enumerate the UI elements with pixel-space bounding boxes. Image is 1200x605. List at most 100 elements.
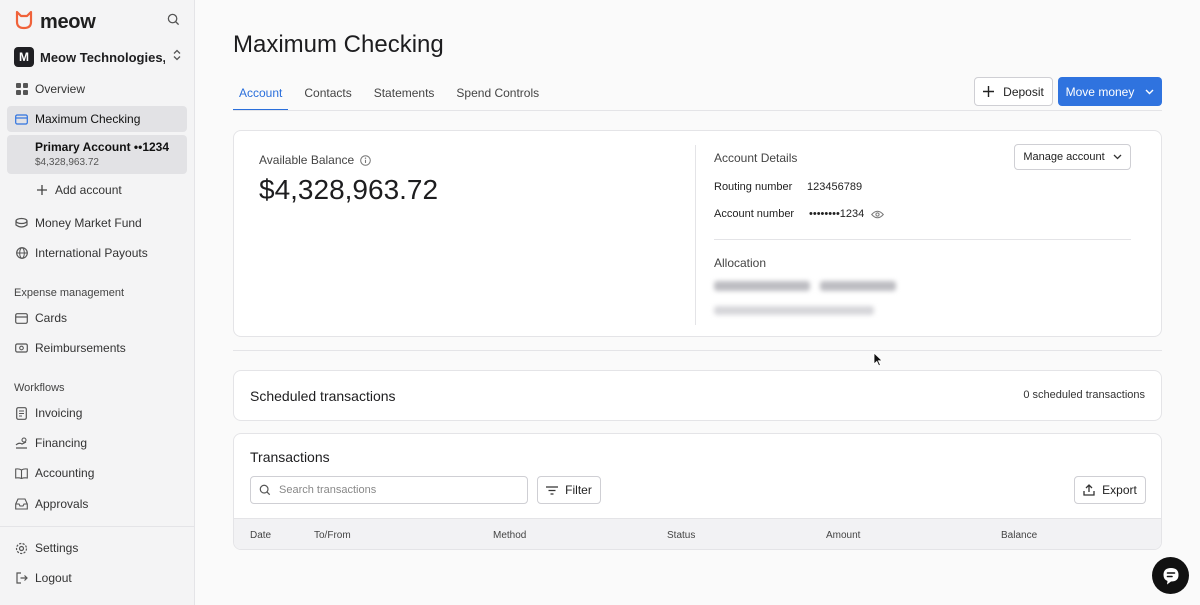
- sidebar-item-label: Maximum Checking: [35, 112, 141, 126]
- filter-label: Filter: [565, 483, 592, 497]
- column-header-status[interactable]: Status: [667, 530, 695, 541]
- account-number-value: ••••••••1234: [809, 208, 885, 220]
- add-account-button[interactable]: Add account: [7, 177, 187, 203]
- sidebar-header: meow: [14, 10, 180, 34]
- balance-card: Available Balance $4,328,963.72 Account …: [233, 130, 1162, 337]
- account-number-label: Account number: [714, 208, 795, 220]
- column-header-method[interactable]: Method: [493, 530, 526, 541]
- workflows-section-label: Workflows: [14, 382, 65, 394]
- allocation-redacted-note: [714, 306, 874, 315]
- filter-button[interactable]: Filter: [537, 476, 601, 504]
- sub-account-balance: $4,328,963.72: [35, 157, 99, 168]
- upload-icon: [1083, 484, 1095, 496]
- mouse-cursor-icon: [873, 352, 883, 372]
- sidebar-item-label: Invoicing: [35, 406, 83, 420]
- manage-account-label: Manage account: [1023, 151, 1105, 163]
- chevron-down-icon: [1145, 89, 1154, 95]
- transactions-title: Transactions: [250, 449, 330, 465]
- allocation-redacted-row: [714, 281, 904, 293]
- sidebar-item-label: Overview: [35, 82, 86, 96]
- routing-number-value: 123456789: [807, 181, 862, 193]
- logo-text: meow: [40, 10, 96, 33]
- receipt-icon: [15, 342, 28, 355]
- tab-statements[interactable]: Statements: [368, 79, 441, 111]
- plus-icon: [35, 184, 48, 197]
- available-balance-label: Available Balance: [259, 153, 355, 167]
- details-divider: [714, 239, 1131, 240]
- expense-section-label: Expense management: [14, 287, 125, 299]
- search-field[interactable]: [250, 476, 528, 504]
- sidebar-item-overview[interactable]: Overview: [7, 76, 187, 102]
- sidebar-item-logout[interactable]: Logout: [7, 565, 187, 591]
- sidebar-item-financing[interactable]: Financing: [7, 430, 187, 456]
- card-icon: [15, 312, 28, 325]
- tab-bar: Account Contacts Statements Spend Contro…: [233, 79, 555, 111]
- routing-number-text: 123456789: [807, 181, 863, 193]
- sidebar-item-reimbursements[interactable]: Reimbursements: [7, 335, 187, 361]
- manage-account-button[interactable]: Manage account: [1014, 144, 1131, 170]
- logout-icon: [15, 572, 28, 585]
- cat-logo-icon: [14, 10, 34, 35]
- sidebar-item-settings[interactable]: Settings: [7, 535, 187, 561]
- deposit-button[interactable]: Deposit: [974, 77, 1053, 106]
- sidebar-item-label: Approvals: [35, 497, 89, 511]
- sidebar-item-label: Cards: [35, 311, 68, 325]
- export-button[interactable]: Export: [1074, 476, 1146, 504]
- sidebar-item-label: Logout: [35, 571, 72, 585]
- sidebar-item-label: Settings: [35, 541, 79, 555]
- sidebar-item-invoicing[interactable]: Invoicing: [7, 400, 187, 426]
- chat-support-button[interactable]: [1152, 557, 1189, 594]
- grid-icon: [15, 83, 28, 96]
- available-balance-value: $4,328,963.72: [259, 174, 439, 205]
- main-content: Maximum Checking Account Contacts Statem…: [195, 0, 1200, 605]
- search-icon: [259, 484, 271, 496]
- tab-contacts[interactable]: Contacts: [298, 79, 357, 111]
- column-header-amount[interactable]: Amount: [826, 530, 860, 541]
- invoice-icon: [15, 406, 28, 420]
- sidebar-item-approvals[interactable]: Approvals: [7, 491, 187, 517]
- sidebar-item-label: International Payouts: [35, 246, 148, 260]
- gear-icon: [15, 542, 28, 555]
- inbox-icon: [15, 498, 28, 511]
- routing-number-label: Routing number: [714, 181, 793, 193]
- scheduled-transactions-title: Scheduled transactions: [250, 388, 396, 404]
- column-header-date[interactable]: Date: [250, 530, 271, 541]
- tab-account[interactable]: Account: [233, 79, 289, 111]
- column-header-balance[interactable]: Balance: [1001, 530, 1037, 541]
- sidebar-item-accounting[interactable]: Accounting: [7, 460, 187, 486]
- org-avatar: M: [14, 47, 34, 67]
- available-balance-label-row: Available Balance: [259, 153, 371, 167]
- account-number-text: ••••••••1234: [809, 208, 865, 220]
- sidebar-item-primary-account[interactable]: Primary Account ••1234 $4,328,963.72: [7, 135, 187, 174]
- org-name: Meow Technologies, I...: [40, 49, 165, 65]
- sidebar-item-maximum-checking[interactable]: Maximum Checking: [7, 106, 187, 132]
- section-divider: [233, 350, 1162, 351]
- tab-divider: [233, 110, 1162, 111]
- transactions-card: Transactions Filter Export Date To/From …: [233, 433, 1162, 550]
- search-icon[interactable]: [167, 13, 180, 31]
- eye-icon[interactable]: [871, 210, 885, 219]
- plus-icon: [983, 86, 995, 97]
- scheduled-transactions-card[interactable]: Scheduled transactions 0 scheduled trans…: [233, 370, 1162, 421]
- sub-account-title: Primary Account ••1234: [35, 140, 170, 154]
- info-icon[interactable]: [360, 154, 371, 166]
- sidebar-item-international-payouts[interactable]: International Payouts: [7, 240, 187, 266]
- account-details-title: Account Details: [714, 151, 798, 165]
- sidebar-item-cards[interactable]: Cards: [7, 305, 187, 331]
- move-money-label: Move money: [1065, 84, 1135, 99]
- export-label: Export: [1102, 483, 1137, 497]
- add-account-label: Add account: [55, 183, 122, 197]
- filter-icon: [546, 485, 559, 495]
- column-header-to-from[interactable]: To/From: [314, 530, 351, 541]
- tab-spend-controls[interactable]: Spend Controls: [450, 79, 545, 111]
- deposit-label: Deposit: [1003, 84, 1044, 99]
- sidebar: meow M Meow Technologies, I... Overview …: [0, 0, 195, 605]
- org-switcher[interactable]: M Meow Technologies, I...: [14, 46, 182, 68]
- sidebar-item-label: Financing: [35, 436, 88, 450]
- move-money-button[interactable]: Move money: [1058, 77, 1162, 106]
- logo[interactable]: meow: [14, 10, 96, 35]
- wallet-icon: [15, 113, 28, 126]
- scheduled-transactions-count: 0 scheduled transactions: [1023, 389, 1145, 401]
- sidebar-item-money-market-fund[interactable]: Money Market Fund: [7, 210, 187, 236]
- search-input[interactable]: [279, 484, 519, 496]
